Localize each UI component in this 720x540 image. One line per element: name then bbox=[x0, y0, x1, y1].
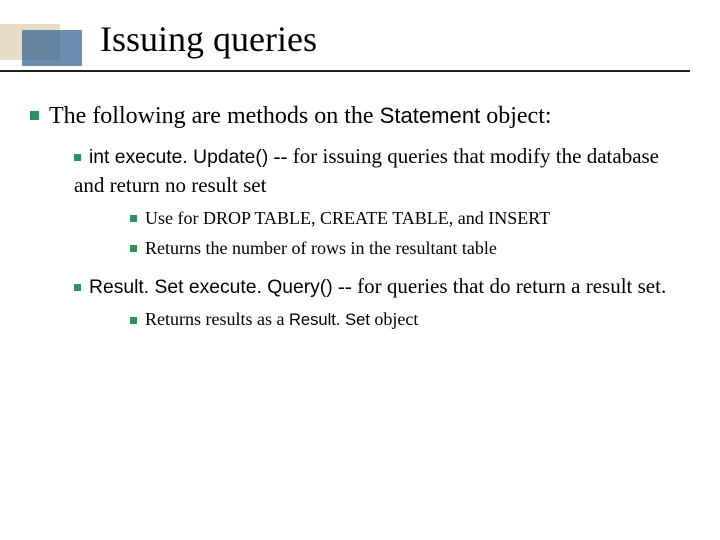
square-bullet-icon bbox=[74, 154, 81, 161]
square-bullet-icon bbox=[30, 111, 39, 120]
slide: Issuing queries The following are method… bbox=[0, 0, 720, 540]
method1-code: int execute. Update() bbox=[89, 147, 268, 168]
title-accent-blue bbox=[22, 30, 82, 66]
lvl1-text-prefix: The following are methods on the bbox=[49, 103, 380, 129]
bullet-level3: Use for DROP TABLE, CREATE TABLE, and IN… bbox=[130, 206, 690, 230]
square-bullet-icon bbox=[130, 215, 137, 222]
lvl1-code: Statement bbox=[380, 103, 481, 128]
bullet-level2: Result. Set execute. Query() -- for quer… bbox=[74, 272, 690, 301]
method2-sub1-code: Result. Set bbox=[289, 310, 370, 329]
slide-title: Issuing queries bbox=[100, 18, 317, 60]
title-bar: Issuing queries bbox=[0, 16, 720, 70]
method-group-1: int execute. Update() -- for issuing que… bbox=[30, 142, 690, 260]
slide-content: The following are methods on the Stateme… bbox=[30, 100, 690, 344]
method2-desc: -- for queries that do return a result s… bbox=[333, 274, 667, 298]
bullet-level3: Returns results as a Result. Set object bbox=[130, 307, 690, 331]
method2-code: Result. Set execute. Query() bbox=[89, 277, 333, 298]
bullet-level2: int execute. Update() -- for issuing que… bbox=[74, 142, 690, 199]
method1-sub1: Use for DROP TABLE, CREATE TABLE, and IN… bbox=[145, 208, 550, 228]
lvl1-text-suffix: object: bbox=[480, 103, 551, 129]
square-bullet-icon bbox=[130, 317, 137, 324]
square-bullet-icon bbox=[74, 284, 81, 291]
method-group-2: Result. Set execute. Query() -- for quer… bbox=[30, 272, 690, 331]
method2-sub1-suffix: object bbox=[370, 309, 418, 329]
square-bullet-icon bbox=[130, 245, 137, 252]
bullet-level1: The following are methods on the Stateme… bbox=[30, 100, 690, 132]
method1-sub2: Returns the number of rows in the result… bbox=[145, 238, 497, 258]
method2-sub1-prefix: Returns results as a bbox=[145, 309, 289, 329]
bullet-level3: Returns the number of rows in the result… bbox=[130, 236, 690, 260]
title-underline bbox=[0, 70, 690, 72]
